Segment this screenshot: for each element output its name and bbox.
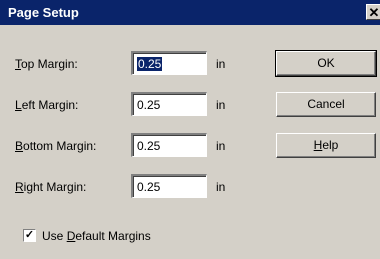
top-margin-input[interactable]: 0.25 <box>131 51 207 75</box>
bottom-margin-accel: B <box>15 139 24 153</box>
ok-button[interactable]: OK <box>275 50 377 77</box>
bottom-margin-value: 0.25 <box>137 139 161 153</box>
title-bar[interactable]: Page Setup ✕ <box>0 0 380 25</box>
right-margin-value: 0.25 <box>137 180 161 194</box>
use-default-margins-checkbox[interactable]: ✓ <box>23 229 36 242</box>
window-title: Page Setup <box>8 5 79 20</box>
cancel-button[interactable]: Cancel <box>276 92 376 117</box>
use-default-prefix: Use <box>42 229 67 243</box>
bottom-margin-label: Bottom Margin: <box>15 139 96 153</box>
bottom-margin-input[interactable]: 0.25 <box>131 133 207 157</box>
right-margin-label: Right Margin: <box>15 180 86 194</box>
top-margin-unit: in <box>216 57 226 71</box>
help-button[interactable]: Help <box>276 133 376 158</box>
left-margin-accel: L <box>15 98 22 112</box>
use-default-suffix: efault Margins <box>75 229 151 243</box>
bottom-margin-unit: in <box>216 139 226 153</box>
left-margin-unit: in <box>216 98 226 112</box>
right-margin-input[interactable]: 0.25 <box>131 174 207 198</box>
close-icon[interactable]: ✕ <box>366 4 380 20</box>
top-margin-label-text: op Margin: <box>21 57 78 71</box>
right-margin-label-text: ight Margin: <box>23 180 87 194</box>
top-margin-value: 0.25 <box>137 57 163 71</box>
right-margin-unit: in <box>216 180 226 194</box>
help-label-text: elp <box>322 138 339 152</box>
left-margin-label-text: eft Margin: <box>21 98 79 112</box>
right-margin-accel: R <box>15 180 24 194</box>
left-margin-value: 0.25 <box>137 98 161 112</box>
left-margin-label: Left Margin: <box>15 98 78 112</box>
bottom-margin-label-text: ottom Margin: <box>23 139 97 153</box>
use-default-margins-label[interactable]: Use Default Margins <box>42 229 151 243</box>
left-margin-input[interactable]: 0.25 <box>131 92 207 116</box>
top-margin-label: Top Margin: <box>15 57 78 71</box>
